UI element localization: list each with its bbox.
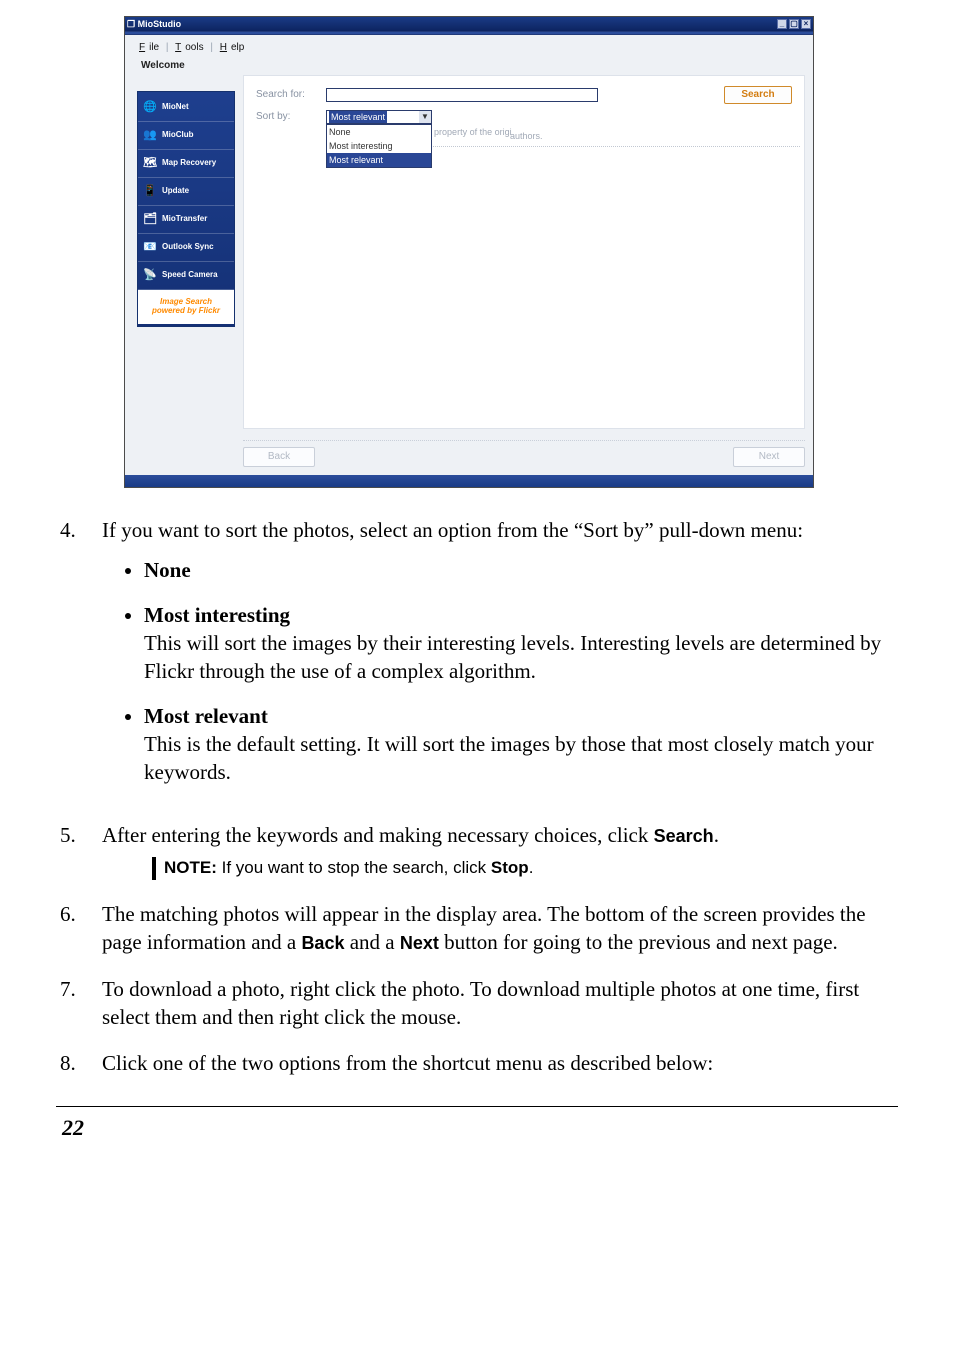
menu-bar: File | Tools | Help [139, 41, 248, 55]
sort-by-select[interactable]: Most relevant ▼ [326, 110, 432, 124]
step-7: 7. To download a photo, right click the … [56, 975, 898, 1032]
close-icon[interactable]: × [801, 19, 811, 29]
map-icon: 🗺 [142, 156, 158, 172]
sidebar-item-map-recovery[interactable]: 🗺 Map Recovery [138, 150, 234, 178]
sidebar: 🌐 MioNet 👥 MioClub 🗺 Map Recovery 📱 Upda… [137, 91, 235, 327]
window-title: MioStudio [138, 19, 182, 29]
sidebar-item-miotransfer[interactable]: 🗂 MioTransfer [138, 206, 234, 234]
miostudio-screenshot: ❐ MioStudio _ ▢ × File | Tools | Help We… [124, 16, 814, 488]
note-block: NOTE: If you want to stop the search, cl… [152, 857, 898, 880]
sidebar-item-mionet[interactable]: 🌐 MioNet [138, 94, 234, 122]
sort-option-none[interactable]: None [327, 125, 431, 139]
step-8: 8. Click one of the two options from the… [56, 1049, 898, 1077]
bullet-most-relevant-desc: This is the default setting. It will sor… [144, 730, 898, 787]
menu-tools[interactable]: Tools [175, 42, 203, 53]
bullet-most-relevant-title: Most relevant [144, 704, 268, 728]
radar-icon: 📡 [142, 268, 158, 284]
sort-option-most-interesting[interactable]: Most interesting [327, 139, 431, 153]
step-4: 4. If you want to sort the photos, selec… [56, 516, 898, 803]
app-icon: ❐ [127, 19, 135, 29]
bullet-most-interesting-title: Most interesting [144, 603, 290, 627]
sidebar-item-outlook-sync[interactable]: 📧 Outlook Sync [138, 234, 234, 262]
sort-option-most-relevant[interactable]: Most relevant [327, 153, 431, 167]
welcome-label: Welcome [141, 59, 185, 73]
people-icon: 👥 [142, 128, 158, 144]
attribution-authors: authors. [510, 130, 543, 142]
bullet-most-interesting-desc: This will sort the images by their inter… [144, 629, 898, 686]
window-titlebar: ❐ MioStudio _ ▢ × [125, 17, 813, 31]
search-button[interactable]: Search [724, 86, 792, 104]
main-panel: Search for: Search Sort by: Most relevan… [243, 75, 805, 429]
sidebar-item-speed-camera[interactable]: 📡 Speed Camera [138, 262, 234, 290]
mail-icon: 📧 [142, 240, 158, 256]
sidebar-item-update[interactable]: 📱 Update [138, 178, 234, 206]
minimize-icon[interactable]: _ [777, 19, 787, 29]
sort-by-dropdown-list: None Most interesting Most relevant [326, 124, 432, 168]
bullet-none: None [144, 558, 191, 582]
sidebar-item-image-search[interactable]: Image Search powered by Flickr [138, 290, 234, 324]
search-for-label: Search for: [256, 88, 326, 102]
sort-by-label: Sort by: [256, 110, 326, 124]
dropdown-caret-icon: ▼ [419, 111, 431, 123]
next-button[interactable]: Next [733, 447, 805, 467]
maximize-icon[interactable]: ▢ [789, 19, 799, 29]
menu-help[interactable]: Help [220, 42, 245, 53]
phone-icon: 📱 [142, 184, 158, 200]
step-5: 5. After entering the keywords and makin… [56, 821, 898, 896]
globe-icon: 🌐 [142, 100, 158, 116]
search-input[interactable] [326, 88, 598, 102]
menu-file[interactable]: File [139, 42, 159, 53]
step-6: 6. The matching photos will appear in th… [56, 900, 898, 957]
folder-icon: 🗂 [142, 212, 158, 228]
sidebar-item-mioclub[interactable]: 👥 MioClub [138, 122, 234, 150]
back-button[interactable]: Back [243, 447, 315, 467]
page-number: 22 [56, 1113, 898, 1143]
